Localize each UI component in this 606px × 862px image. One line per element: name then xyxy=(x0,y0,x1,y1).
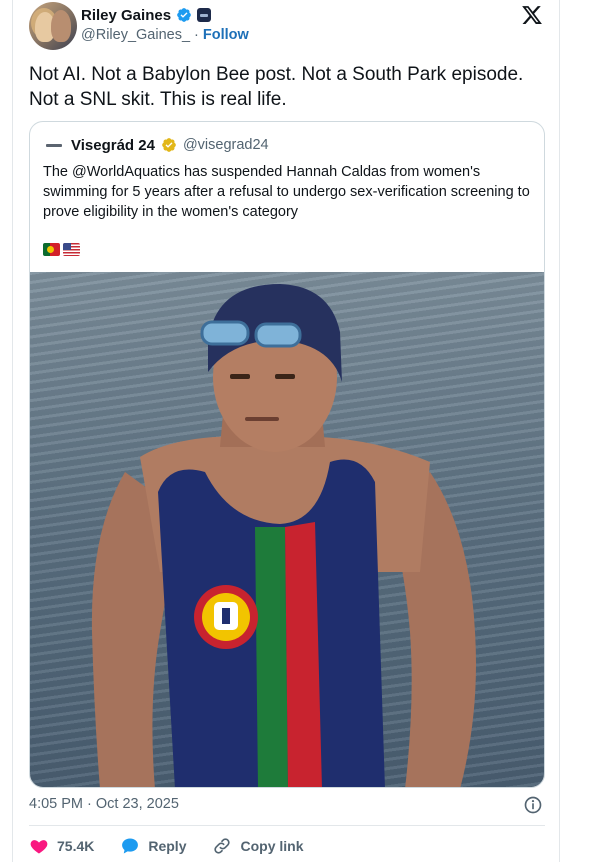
gold-verified-badge-icon xyxy=(162,138,176,152)
author-handle[interactable]: @Riley_Gaines_ xyxy=(81,27,190,43)
info-icon[interactable] xyxy=(523,795,543,815)
divider xyxy=(29,825,545,826)
swimmer-photo[interactable] xyxy=(30,272,544,787)
quoted-author-handle: @visegrad24 xyxy=(182,137,269,153)
copy-link-label: Copy link xyxy=(240,838,304,854)
tweet-text: Not AI. Not a Babylon Bee post. Not a So… xyxy=(29,64,524,110)
author-name[interactable]: Riley Gaines xyxy=(81,7,171,24)
like-button[interactable]: 75.4K xyxy=(29,836,94,856)
follow-button[interactable]: Follow xyxy=(203,27,249,43)
likes-count: 75.4K xyxy=(57,838,95,854)
reply-label: Reply xyxy=(148,838,187,854)
verified-badge-icon xyxy=(177,8,191,22)
tweet-card: Riley Gaines @Riley_Gaines_ · Follow Not… xyxy=(12,0,560,862)
swimmer-illustration xyxy=(91,284,476,787)
author-avatar[interactable] xyxy=(29,2,77,50)
action-bar: 75.4K Reply Copy link xyxy=(29,836,330,856)
copy-link-button[interactable]: Copy link xyxy=(212,836,304,856)
quoted-text: The @WorldAquatics has suspended Hannah … xyxy=(43,164,530,220)
author-handle-row: @Riley_Gaines_ · Follow xyxy=(81,27,249,43)
link-icon xyxy=(214,838,231,854)
heart-icon xyxy=(30,840,48,854)
reply-button[interactable]: Reply xyxy=(120,836,186,856)
x-logo-icon[interactable] xyxy=(521,4,543,26)
author-name-row: Riley Gaines xyxy=(81,5,212,25)
quoted-header: Visegrád 24 @visegrad24 xyxy=(43,134,269,156)
quoted-tweet[interactable]: Visegrád 24 @visegrad24 The @WorldAquati… xyxy=(29,121,545,788)
reply-bubble-icon xyxy=(122,838,139,854)
quoted-author-name: Visegrád 24 xyxy=(71,136,155,154)
usa-flag-icon xyxy=(63,243,80,256)
tweet-timestamp[interactable]: 4:05 PM · Oct 23, 2025 xyxy=(29,796,179,812)
flag-emojis xyxy=(43,243,80,256)
separator-dot: · xyxy=(194,27,199,43)
affiliate-badge-icon xyxy=(197,8,212,22)
portugal-flag-icon xyxy=(43,243,60,256)
quoted-avatar[interactable] xyxy=(43,134,65,156)
